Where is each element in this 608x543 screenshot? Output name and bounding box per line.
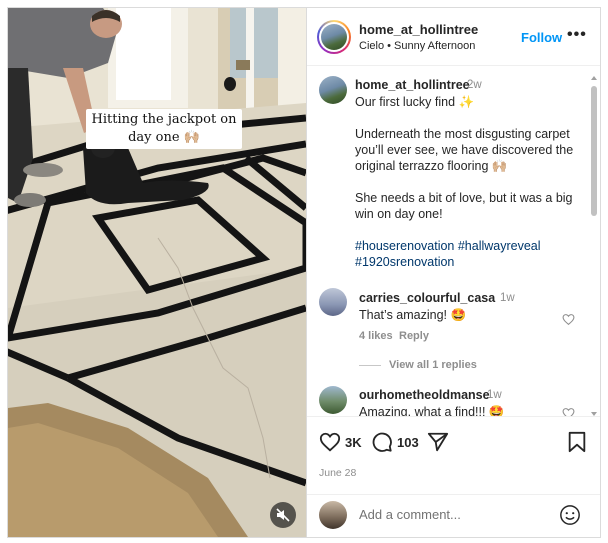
share-send-icon[interactable] bbox=[427, 431, 449, 453]
instagram-post-window: Hitting the jackpot on day one 🙌🏼 home_a… bbox=[7, 7, 601, 538]
caption-time: 2w bbox=[467, 79, 482, 91]
like-heart-icon[interactable] bbox=[319, 431, 341, 453]
video-frame-image bbox=[8, 8, 306, 537]
like-comment-heart-icon[interactable] bbox=[562, 407, 575, 416]
caption-paragraph: She needs a bit of love, but it was a bi… bbox=[355, 191, 573, 221]
comments-scroll-area[interactable]: home_at_hollintree 2w Our first lucky fi… bbox=[307, 66, 600, 416]
current-user-avatar bbox=[319, 501, 347, 529]
post-details-panel: home_at_hollintree Cielo • Sunny Afterno… bbox=[306, 8, 600, 537]
replies-divider bbox=[359, 365, 381, 366]
post-actions: 3K 103 June 28 bbox=[307, 416, 600, 494]
comment-username[interactable]: ourhometheoldmanse bbox=[359, 388, 490, 402]
follow-button[interactable]: Follow bbox=[521, 30, 562, 45]
author-username[interactable]: home_at_hollintree bbox=[359, 22, 478, 37]
caption-username[interactable]: home_at_hollintree bbox=[355, 78, 470, 92]
post-video[interactable]: Hitting the jackpot on day one 🙌🏼 bbox=[8, 8, 306, 537]
likes-count[interactable]: 3K bbox=[345, 435, 362, 450]
scrollbar-thumb[interactable] bbox=[591, 86, 597, 216]
add-comment-bar bbox=[307, 494, 600, 537]
comment-text: That’s amazing! 🤩 bbox=[359, 308, 467, 322]
comment-likes[interactable]: 4 likes bbox=[359, 330, 393, 342]
video-text-overlay: Hitting the jackpot on day one 🙌🏼 bbox=[86, 109, 242, 149]
reply-button[interactable]: Reply bbox=[399, 330, 429, 342]
caption-author-avatar[interactable] bbox=[319, 76, 347, 104]
comment-input[interactable] bbox=[359, 507, 549, 522]
view-replies-button[interactable]: View all 1 replies bbox=[389, 359, 477, 371]
more-options-icon[interactable]: ••• bbox=[567, 26, 587, 44]
save-bookmark-icon[interactable] bbox=[567, 431, 587, 453]
comments-count[interactable]: 103 bbox=[397, 435, 419, 450]
comment-time: 1w bbox=[500, 292, 515, 304]
author-avatar[interactable] bbox=[317, 20, 351, 54]
post-date: June 28 bbox=[319, 467, 357, 479]
scroll-up-arrow-icon[interactable] bbox=[591, 76, 597, 80]
caption-paragraph: Our first lucky find ✨ bbox=[355, 95, 475, 109]
caption-hashtags[interactable]: #houserenovation #hallwayreveal #1920sre… bbox=[355, 238, 579, 270]
caption-text: Our first lucky find ✨ Underneath the mo… bbox=[355, 94, 579, 286]
comments-scrollbar[interactable] bbox=[591, 74, 597, 418]
commenter-avatar[interactable] bbox=[319, 386, 347, 414]
like-comment-heart-icon[interactable] bbox=[562, 313, 575, 326]
audio-track[interactable]: Cielo • Sunny Afternoon bbox=[359, 40, 475, 52]
mute-button[interactable] bbox=[270, 502, 296, 528]
comment-time: 1w bbox=[487, 389, 502, 401]
caption-paragraph: Underneath the most disgusting carpet yo… bbox=[355, 127, 574, 173]
commenter-avatar[interactable] bbox=[319, 288, 347, 316]
comment-text: Amazing, what a find!!! 🤩 bbox=[359, 405, 505, 416]
post-header: home_at_hollintree Cielo • Sunny Afterno… bbox=[307, 8, 600, 66]
emoji-picker-icon[interactable] bbox=[559, 504, 581, 526]
comment-username[interactable]: carries_colourful_casa bbox=[359, 291, 495, 305]
speaker-muted-icon bbox=[276, 508, 290, 522]
comment-bubble-icon[interactable] bbox=[371, 431, 393, 453]
